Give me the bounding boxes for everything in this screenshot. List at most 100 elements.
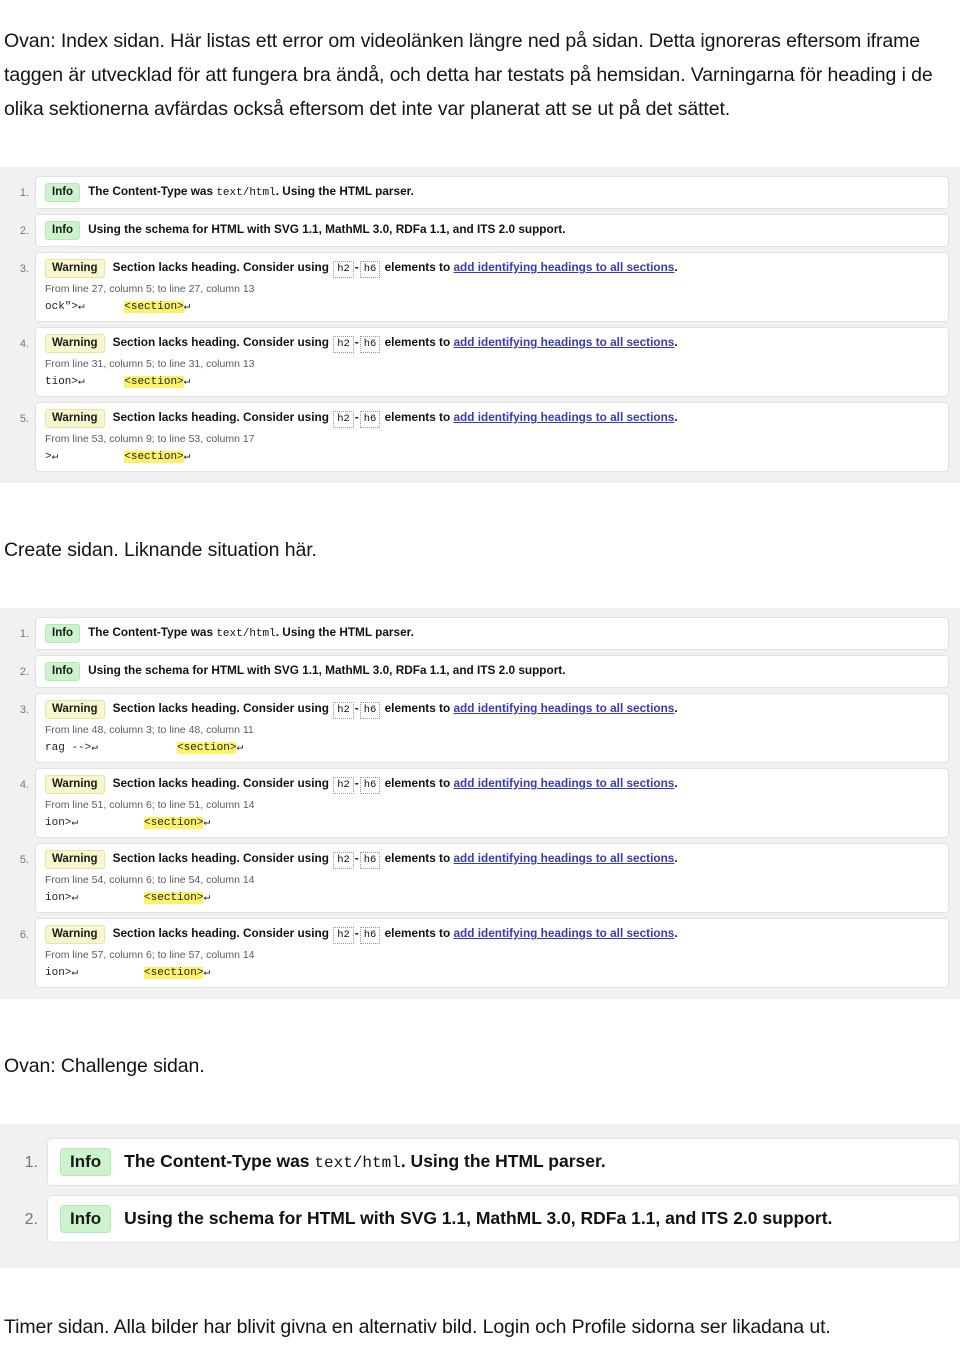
info-badge: Info [60, 1205, 112, 1233]
add-headings-link[interactable]: add identifying headings to all sections [453, 851, 674, 865]
message-header: Warning Section lacks heading. Consider u… [45, 409, 939, 428]
message-card[interactable]: Info The Content-Type was text/html. Usin… [35, 617, 949, 650]
extract-gap [85, 301, 125, 313]
message-header: Info Using the schema for HTML with SVG 1… [45, 221, 939, 240]
message-card[interactable]: Warning Section lacks heading. Consider u… [35, 402, 949, 472]
warning-badge: Warning [45, 409, 105, 428]
source-extract: ion>↵ <section>↵ [45, 890, 939, 906]
content-type-value: text/html [314, 1154, 401, 1172]
message-card[interactable]: Info The Content-Type was text/html. Usin… [47, 1138, 960, 1186]
extract-before: ion>↵ [45, 817, 79, 829]
info-badge: Info [45, 183, 81, 202]
message-header: Warning Section lacks heading. Consider u… [45, 259, 939, 278]
message-card[interactable]: Info The Content-Type was text/html. Usin… [35, 176, 949, 209]
message-text: The Content-Type was text/html. Using th… [88, 625, 414, 640]
message-index: 2. [24, 1211, 38, 1228]
extract-gap [58, 451, 124, 463]
message-card[interactable]: Info Using the schema for HTML with SVG 1… [35, 655, 949, 688]
code-range-dash: - [354, 260, 359, 274]
code-h6: h6 [359, 852, 381, 869]
add-headings-link[interactable]: add identifying headings to all sections [453, 335, 674, 349]
extract-after: ↵ [183, 301, 191, 313]
middle-paragraph: Create sidan. Liknande situation här. [4, 538, 317, 561]
message-card[interactable]: Warning Section lacks heading. Consider u… [35, 327, 949, 397]
code-h2: h2 [333, 261, 354, 278]
code-h2: h2 [333, 336, 354, 353]
message-text: Using the schema for HTML with SVG 1.1, … [124, 1208, 833, 1228]
message-text: Section lacks heading. Consider using h2… [113, 926, 678, 944]
validator-results-challenge-page: 1. Info The Content-Type was text/html. Us… [0, 1124, 960, 1268]
add-headings-link[interactable]: add identifying headings to all sections [453, 410, 674, 424]
validator-message-row: 5. Warning Section lacks heading. Consider… [7, 843, 949, 913]
source-extract: ion>↵ <section>↵ [45, 965, 939, 981]
warning-badge: Warning [45, 775, 105, 794]
document-page: Ovan: Index sidan. Här listas ett error … [0, 20, 960, 1344]
message-header: Warning Section lacks heading. Consider u… [45, 775, 939, 794]
source-extract: ion>↵ <section>↵ [45, 815, 939, 831]
extract-highlight: <section> [144, 967, 204, 979]
validator-message-row: 2. Info Using the schema for HTML with SVG… [7, 214, 949, 247]
message-text: Section lacks heading. Consider using h2… [113, 335, 678, 353]
code-h2: h2 [333, 777, 354, 794]
message-card[interactable]: Info Using the schema for HTML with SVG 1… [47, 1195, 960, 1243]
code-range-dash: - [354, 776, 359, 790]
warning-badge: Warning [45, 700, 105, 719]
extract-before: rag -->↵ [45, 742, 98, 754]
extract-gap [78, 892, 144, 904]
source-extract: ock">↵ <section>↵ [45, 299, 939, 315]
message-location: From line 57, column 6; to line 57, colu… [45, 949, 255, 961]
message-index: 5. [19, 854, 29, 866]
message-index: 3. [19, 263, 29, 275]
validator-results-create-page: 1. Info The Content-Type was text/html. Us… [0, 608, 960, 999]
code-h2: h2 [333, 852, 354, 869]
add-headings-link[interactable]: add identifying headings to all sections [453, 260, 674, 274]
info-badge: Info [45, 662, 81, 681]
message-header: Info The Content-Type was text/html. Usin… [60, 1148, 947, 1176]
message-text: Section lacks heading. Consider using h2… [113, 776, 678, 794]
info-badge: Info [60, 1148, 112, 1176]
message-index: 1. [24, 1154, 38, 1171]
message-card[interactable]: Warning Section lacks heading. Consider u… [35, 768, 949, 838]
extract-before: ock">↵ [45, 301, 85, 313]
extract-after: ↵ [183, 451, 191, 463]
message-card[interactable]: Warning Section lacks heading. Consider u… [35, 693, 949, 763]
add-headings-link[interactable]: add identifying headings to all sections [453, 776, 674, 790]
message-card[interactable]: Warning Section lacks heading. Consider u… [35, 252, 949, 322]
code-range-dash: - [354, 926, 359, 940]
message-header: Warning Section lacks heading. Consider u… [45, 700, 939, 719]
validator-results-index-page: 1. Info The Content-Type was text/html. Us… [0, 167, 960, 483]
extract-before: ion>↵ [45, 967, 79, 979]
message-card[interactable]: Warning Section lacks heading. Consider u… [35, 843, 949, 913]
add-headings-link[interactable]: add identifying headings to all sections [453, 701, 674, 715]
content-type-value: text/html [216, 187, 276, 199]
message-text: The Content-Type was text/html. Using th… [88, 184, 414, 199]
message-location: From line 53, column 9; to line 53, colu… [45, 433, 255, 445]
message-card[interactable]: Warning Section lacks heading. Consider u… [35, 918, 949, 988]
add-headings-link[interactable]: add identifying headings to all sections [453, 926, 674, 940]
message-index: 2. [19, 666, 29, 678]
extract-before: >↵ [45, 451, 59, 463]
validator-message-row: 5. Warning Section lacks heading. Consider… [7, 402, 949, 472]
extract-gap [78, 817, 144, 829]
validator-message-row: 4. Warning Section lacks heading. Consider… [7, 327, 949, 397]
message-location: From line 48, column 3; to line 48, colu… [45, 724, 254, 736]
message-header: Warning Section lacks heading. Consider u… [45, 334, 939, 353]
extract-gap [98, 742, 177, 754]
message-card[interactable]: Info Using the schema for HTML with SVG 1… [35, 214, 949, 247]
message-index: 5. [19, 413, 29, 425]
extract-after: ↵ [203, 817, 211, 829]
message-location: From line 54, column 6; to line 54, colu… [45, 874, 255, 886]
extract-before: tion>↵ [45, 376, 85, 388]
extract-gap [85, 376, 125, 388]
message-index: 2. [19, 225, 29, 237]
source-extract: tion>↵ <section>↵ [45, 374, 939, 390]
message-text: Section lacks heading. Consider using h2… [113, 410, 678, 428]
extract-highlight: <section> [124, 451, 184, 463]
extract-highlight: <section> [177, 742, 237, 754]
message-index: 3. [19, 704, 29, 716]
message-header: Warning Section lacks heading. Consider u… [45, 925, 939, 944]
